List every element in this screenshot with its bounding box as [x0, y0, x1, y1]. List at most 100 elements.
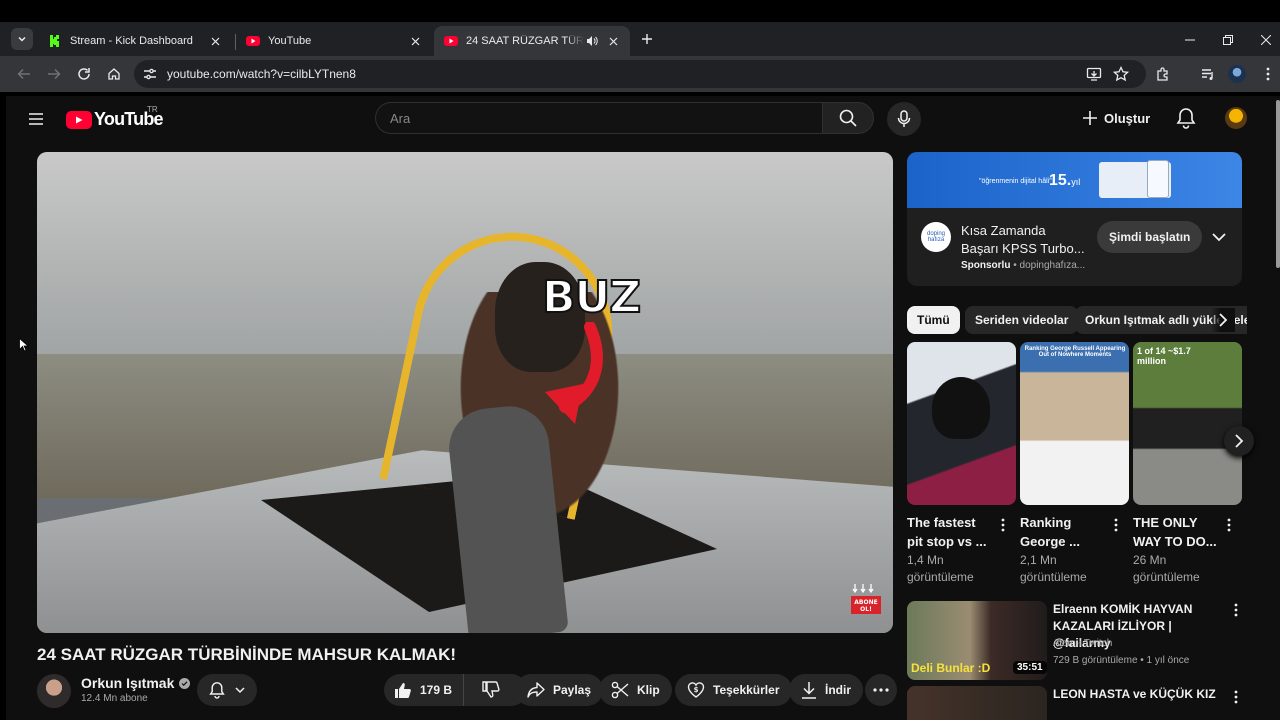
- kebab-menu-icon[interactable]: [1001, 518, 1005, 532]
- address-bar[interactable]: youtube.com/watch?v=cilbLYTnen8: [134, 60, 1146, 88]
- more-actions-button[interactable]: [865, 674, 897, 706]
- ad-banner-image[interactable]: "öğrenmenin dijital hâli" 15.yıl: [907, 152, 1242, 208]
- browser-menu-button[interactable]: [1259, 65, 1277, 83]
- kebab-menu-icon[interactable]: [1234, 690, 1238, 704]
- page-scrollbar[interactable]: [1276, 100, 1280, 268]
- channel-name-link[interactable]: Orkun Işıtmak: [81, 675, 191, 691]
- clip-button[interactable]: Klip: [599, 674, 672, 706]
- channel-name[interactable]: Alem-i Twitch: [1053, 638, 1112, 649]
- ad-cta-button[interactable]: Şimdi başlatın: [1097, 221, 1203, 253]
- subscribe-watermark-icon[interactable]: ABONE OL!: [849, 582, 883, 616]
- share-button[interactable]: Paylaş: [515, 674, 604, 706]
- home-button[interactable]: [105, 65, 123, 83]
- short-thumbnail[interactable]: 1 of 14 ~$1.7 million: [1133, 342, 1242, 505]
- youtube-logo[interactable]: YouTube TR: [66, 105, 164, 130]
- masthead: YouTube TR Ara Oluştur: [6, 96, 1280, 142]
- share-label: Paylaş: [553, 683, 592, 697]
- svg-text:ABONE: ABONE: [854, 599, 877, 606]
- video-title: LEON HASTA ve KÜÇÜK KIZ: [1053, 687, 1216, 701]
- star-icon: [1113, 66, 1129, 82]
- hamburger-icon: [29, 113, 43, 125]
- tab-title: 24 SAAT RÜZGAR TÜRBİNİ: [466, 35, 584, 47]
- kebab-menu-icon[interactable]: [1234, 603, 1238, 617]
- short-title: Ranking George ...: [1020, 515, 1080, 549]
- minimize-button[interactable]: [1182, 32, 1198, 48]
- tab-active-video[interactable]: 24 SAAT RÜZGAR TÜRBİNİ: [434, 26, 630, 56]
- restore-button[interactable]: [1220, 32, 1236, 48]
- thumbs-down-icon: [482, 681, 500, 698]
- subscription-notifications-button[interactable]: [197, 674, 257, 706]
- download-label: İndir: [825, 683, 851, 697]
- plus-icon: [1083, 111, 1097, 125]
- chip-series[interactable]: Seriden videolar: [965, 306, 1079, 334]
- chips-next-button[interactable]: [1211, 308, 1235, 332]
- restore-icon: [1223, 35, 1233, 45]
- chevron-down-icon[interactable]: [1210, 228, 1228, 246]
- like-button[interactable]: 179 B: [384, 674, 464, 706]
- ad-meta: Sponsorlu • dopinghafıza...: [961, 260, 1086, 271]
- video-duration: 35:51: [1013, 661, 1047, 674]
- video-thumbnail[interactable]: [907, 686, 1047, 720]
- shorts-next-button[interactable]: [1224, 426, 1254, 456]
- search-placeholder: Ara: [390, 111, 411, 126]
- forward-button[interactable]: [45, 65, 63, 83]
- puzzle-icon: [1157, 67, 1168, 81]
- media-controls-button[interactable]: [1199, 65, 1217, 83]
- clip-label: Klip: [637, 683, 660, 697]
- youtube-icon: [444, 36, 458, 46]
- close-icon[interactable]: [208, 34, 222, 48]
- chevron-down-icon: [235, 687, 245, 694]
- recommended-video[interactable]: LEON HASTA ve KÜÇÜK KIZ: [907, 686, 1243, 720]
- account-avatar[interactable]: [1225, 107, 1247, 129]
- video-player[interactable]: BUZ ABONE OL!: [37, 152, 893, 633]
- mouse-cursor-icon: [19, 338, 29, 352]
- thanks-label: Teşekkürler: [713, 683, 780, 697]
- short-thumbnail[interactable]: Ranking George Russell Appearing Out of …: [1020, 342, 1129, 505]
- search-input[interactable]: Ara: [375, 102, 822, 134]
- create-button[interactable]: Oluştur: [1082, 107, 1150, 129]
- kebab-menu-icon[interactable]: [1114, 518, 1118, 532]
- chevron-right-icon: [1219, 313, 1228, 327]
- profile-avatar: [1228, 65, 1246, 83]
- channel-avatar[interactable]: [37, 674, 71, 708]
- reload-button[interactable]: [75, 65, 93, 83]
- more-horizontal-icon: [873, 688, 889, 692]
- arrow-left-icon: [17, 68, 30, 80]
- guide-menu-button[interactable]: [26, 109, 46, 129]
- site-settings-icon[interactable]: [142, 66, 158, 82]
- short-item[interactable]: The fastest pit stop vs ... 1,4 Mn görüntü…: [907, 342, 1016, 586]
- window-close-button[interactable]: [1258, 32, 1274, 48]
- download-button[interactable]: İndir: [789, 674, 863, 706]
- short-thumbnail[interactable]: [907, 342, 1016, 505]
- red-arrow-icon: [545, 322, 603, 424]
- youtube-icon: [246, 36, 260, 46]
- notifications-button[interactable]: [1176, 107, 1198, 129]
- kebab-menu-icon[interactable]: [1227, 518, 1231, 532]
- short-item[interactable]: 1 of 14 ~$1.7 million THE ONLY WAY TO DO.…: [1133, 342, 1242, 586]
- install-icon: [1086, 67, 1102, 81]
- thanks-button[interactable]: $ Teşekkürler: [675, 674, 792, 706]
- extensions-button[interactable]: [1154, 65, 1172, 83]
- advertiser-logo[interactable]: doping hafıza: [921, 222, 951, 252]
- audio-playing-icon[interactable]: [586, 35, 598, 47]
- back-button[interactable]: [15, 65, 33, 83]
- chip-all[interactable]: Tümü: [907, 306, 960, 334]
- new-tab-button[interactable]: [638, 30, 656, 48]
- voice-search-button[interactable]: [887, 102, 921, 136]
- tab-search-button[interactable]: [11, 28, 33, 50]
- ad-title[interactable]: Kısa Zamanda Başarı KPSS Turbo...: [961, 222, 1096, 258]
- sponsored-ad-card[interactable]: "öğrenmenin dijital hâli" 15.yıl doping …: [907, 152, 1242, 286]
- close-icon[interactable]: [408, 34, 422, 48]
- install-app-button[interactable]: [1085, 65, 1103, 83]
- tab-kick-dashboard[interactable]: Stream - Kick Dashboard: [38, 26, 232, 56]
- bookmark-button[interactable]: [1112, 65, 1130, 83]
- close-icon[interactable]: [606, 34, 620, 48]
- ad-phone-illustration: [1147, 160, 1169, 198]
- profile-button[interactable]: [1228, 65, 1246, 83]
- tab-youtube[interactable]: YouTube: [236, 26, 432, 56]
- search-button[interactable]: [822, 102, 874, 134]
- short-title: The fastest pit stop vs ...: [907, 515, 987, 549]
- recommended-video[interactable]: Deli Bunlar :D 35:51 Elraenn KOMİK HAYVA…: [907, 601, 1243, 681]
- channel-name: Orkun Işıtmak: [81, 675, 175, 691]
- short-item[interactable]: Ranking George Russell Appearing Out of …: [1020, 342, 1129, 586]
